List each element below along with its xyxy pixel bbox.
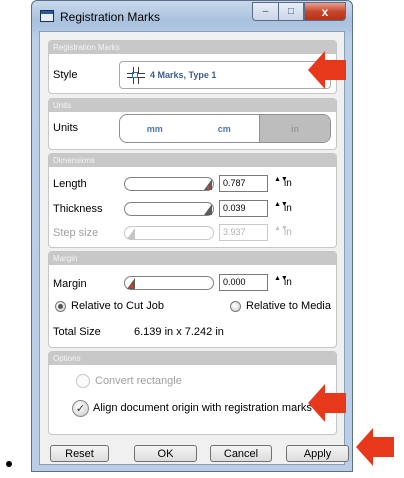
margin-input[interactable]: 0.000 (219, 274, 268, 291)
unit-option-in[interactable]: in (259, 115, 330, 142)
length-spinner[interactable]: ▲▼ (274, 176, 288, 190)
ok-button[interactable]: OK (134, 445, 197, 462)
step-size-spinner[interactable]: ▲▼ (274, 225, 288, 239)
relative-media-label[interactable]: Relative to Media (246, 300, 331, 312)
relative-cut-job-radio[interactable] (55, 301, 66, 312)
step-size-input[interactable]: 3.937 (219, 224, 268, 241)
group-margin: Margin Margin 0.000 ▲▼ in Relative to Cu… (48, 251, 337, 348)
units-label: Units (53, 122, 79, 134)
window-title: Registration Marks (60, 10, 161, 24)
align-origin-label[interactable]: Align document origin with registration … (93, 402, 312, 414)
margin-unit: in (284, 277, 292, 288)
length-slider-thumb[interactable] (204, 179, 212, 190)
style-selector[interactable]: 4 Marks, Type 1 (119, 61, 331, 89)
annotation-arrow-apply (356, 428, 394, 466)
section-header-dimensions: Dimensions (49, 154, 336, 167)
annotation-arrow-align-origin (308, 384, 346, 422)
reset-button[interactable]: Reset (50, 445, 109, 462)
registration-marks-dialog: Registration Marks – □ x Registration Ma… (31, 0, 353, 472)
section-header-margin: Margin (49, 252, 336, 265)
thickness-slider[interactable] (124, 202, 214, 216)
group-units: Units Units mm cm in (48, 98, 337, 150)
group-dimensions: Dimensions Length 0.787 ▲▼ in Thickness … (48, 153, 337, 248)
margin-slider[interactable] (124, 276, 214, 290)
close-button[interactable]: x (304, 2, 346, 21)
length-slider[interactable] (124, 177, 214, 191)
section-header-marks: Registration Marks (49, 41, 336, 54)
thickness-label: Thickness (53, 203, 103, 215)
total-size-label: Total Size (53, 326, 101, 338)
group-registration-marks: Registration Marks Style 4 Marks, Type 1 (48, 40, 337, 94)
title-bar[interactable]: Registration Marks – □ x (32, 1, 352, 31)
group-options: Options Convert rectangle ✓ Align docume… (48, 351, 337, 435)
thickness-spinner[interactable]: ▲▼ (274, 201, 288, 215)
list-bullet (6, 461, 12, 467)
margin-label: Margin (53, 278, 87, 290)
cancel-button[interactable]: Cancel (210, 445, 272, 462)
total-size-value: 6.139 in x 7.242 in (134, 326, 224, 338)
style-value: 4 Marks, Type 1 (150, 70, 217, 80)
relative-media-radio[interactable] (230, 301, 241, 312)
step-size-slider-thumb[interactable] (127, 228, 135, 239)
length-unit: in (284, 178, 292, 189)
relative-cut-job-label[interactable]: Relative to Cut Job (71, 300, 164, 312)
unit-option-mm[interactable]: mm (120, 115, 190, 142)
annotation-arrow-style (308, 51, 346, 89)
convert-rectangle-checkbox[interactable] (76, 374, 90, 388)
step-size-label: Step size (53, 227, 99, 239)
margin-slider-thumb[interactable] (127, 278, 135, 289)
length-input[interactable]: 0.787 (219, 175, 268, 192)
margin-spinner[interactable]: ▲▼ (274, 275, 288, 289)
step-size-unit: in (284, 227, 292, 238)
style-label: Style (53, 69, 78, 81)
thickness-input[interactable]: 0.039 (219, 200, 268, 217)
section-header-units: Units (49, 99, 336, 112)
minimize-button[interactable]: – (252, 2, 278, 21)
units-segmented-control: mm cm in (119, 114, 331, 143)
section-header-options: Options (49, 352, 336, 365)
length-label: Length (53, 178, 87, 190)
thickness-unit: in (284, 203, 292, 214)
convert-rectangle-label[interactable]: Convert rectangle (95, 375, 182, 387)
step-size-slider[interactable] (124, 226, 214, 240)
align-origin-checkbox[interactable]: ✓ (72, 400, 89, 417)
registration-marks-icon (127, 67, 145, 84)
unit-option-cm[interactable]: cm (190, 115, 260, 142)
thickness-slider-thumb[interactable] (204, 204, 212, 215)
dialog-content: Registration Marks Style 4 Marks, Type 1… (39, 31, 349, 465)
apply-button[interactable]: Apply (286, 445, 349, 462)
maximize-button[interactable]: □ (278, 2, 304, 21)
window-app-icon (40, 10, 54, 22)
caption-buttons: – □ x (252, 2, 346, 21)
